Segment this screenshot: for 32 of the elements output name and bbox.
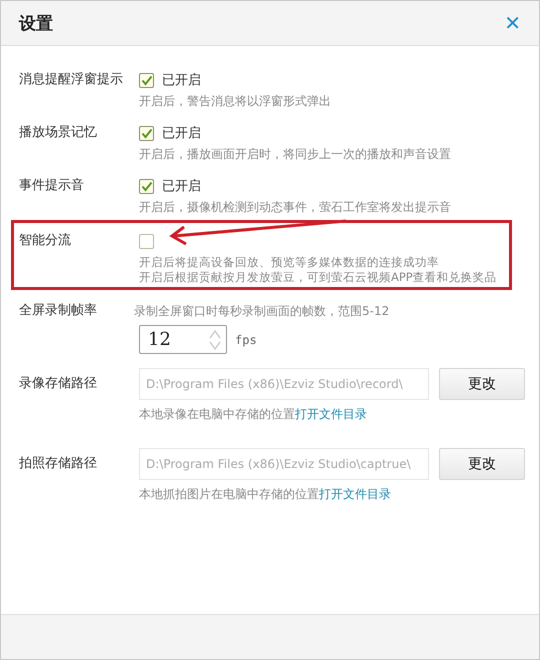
setting-description: 开启后，播放画面开启时，将同步上一次的播放和声音设置 bbox=[139, 147, 451, 162]
number-spinner[interactable]: 12 bbox=[139, 325, 227, 354]
setting-label: 播放场景记忆 bbox=[19, 124, 98, 142]
unit-label: fps bbox=[235, 332, 257, 346]
checkbox[interactable] bbox=[139, 72, 154, 88]
open-folder-link[interactable]: 打开文件目录 bbox=[319, 487, 391, 501]
setting-label: 录像存储路径 bbox=[19, 375, 98, 393]
path-field[interactable]: D:\Program Files (x86)\Ezviz Studio\captrue\ bbox=[139, 448, 429, 480]
close-button[interactable]: ✕ bbox=[500, 11, 525, 35]
setting-description: 开启后根据贡献按月发放萤豆，可到萤石云视频APP查看和兑换奖品 bbox=[139, 270, 497, 285]
path-note: 本地抓拍图片在电脑中存储的位置打开文件目录 bbox=[139, 486, 392, 503]
change-button[interactable]: 更改 bbox=[439, 368, 525, 400]
setting-label: 智能分流 bbox=[19, 232, 72, 250]
checkbox-label: 已开启 bbox=[162, 125, 201, 142]
change-button[interactable]: 更改 bbox=[439, 448, 525, 480]
checkbox[interactable] bbox=[139, 126, 154, 140]
setting-label: 消息提醒浮窗提示 bbox=[19, 71, 124, 89]
checkbox-label: 已开启 bbox=[162, 178, 201, 195]
checkbox[interactable] bbox=[139, 178, 154, 194]
path-note: 本地录像在电脑中存储的位置打开文件目录 bbox=[139, 406, 368, 423]
setting-description: 开启后，警告消息将以浮窗形式弹出 bbox=[139, 94, 331, 109]
setting-label: 事件提示音 bbox=[19, 177, 85, 195]
checkbox[interactable] bbox=[139, 234, 154, 248]
setting-label: 拍照存储路径 bbox=[19, 455, 98, 473]
window-title: 设置 bbox=[19, 12, 53, 34]
setting-label: 全屏录制帧率 bbox=[19, 302, 98, 320]
setting-description: 开启后将提高设备回放、预览等多媒体数据的连接成功率 bbox=[139, 255, 440, 270]
setting-description: 录制全屏窗口时每秒录制画面的帧数，范围5-12 bbox=[134, 303, 390, 320]
setting-description: 开启后，摄像机检测到动态事件，萤石工作室将发出提示音 bbox=[139, 200, 451, 215]
path-field[interactable]: D:\Program Files (x86)\Ezviz Studio\record\ bbox=[139, 368, 429, 400]
checkbox-label: 已开启 bbox=[162, 72, 201, 89]
open-folder-link[interactable]: 打开文件目录 bbox=[295, 407, 367, 421]
